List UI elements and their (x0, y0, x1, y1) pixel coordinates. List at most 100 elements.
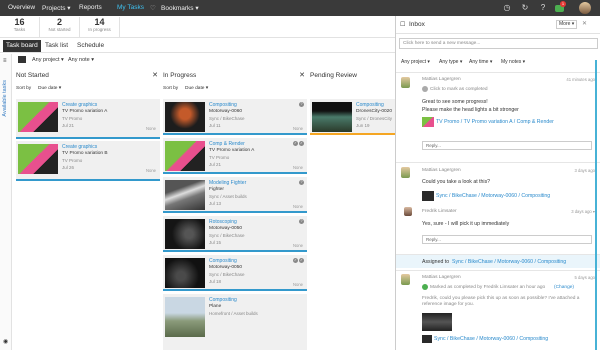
help-icon[interactable]: ? (299, 102, 304, 107)
task-priority: None (292, 165, 303, 170)
change-link[interactable]: (Change) (554, 285, 574, 290)
reply-input[interactable]: Reply... (422, 141, 592, 150)
message-time: 5 days ago (574, 275, 596, 280)
filter-type[interactable]: Any type ▾ (439, 59, 462, 65)
close-icon[interactable]: ✕ (299, 69, 305, 83)
task-entity: Motorway-0060 (209, 109, 243, 114)
thumbnail-image (18, 144, 58, 174)
task-card[interactable]: Rotoscoping Motorway-0050 Sync / BikeCha… (163, 216, 307, 252)
tab-task-board[interactable]: Task board (3, 40, 41, 52)
stat-tasks[interactable]: 16 Tasks (0, 17, 40, 37)
task-title[interactable]: Create graphics (62, 144, 97, 150)
stat-not-started[interactable]: 2 Not started (40, 17, 80, 37)
task-card[interactable]: Compositing DronesCity-0020 Sync / Drone… (310, 99, 395, 135)
thumbnail-image (165, 258, 205, 288)
task-title[interactable]: Comp & Render (209, 141, 245, 147)
task-title[interactable]: Rotoscoping (209, 219, 237, 225)
task-project: Sync / BikeChase (209, 116, 245, 121)
check-icon[interactable]: ✓ (299, 141, 304, 146)
help-icon[interactable]: ? (538, 3, 548, 13)
task-priority: None (292, 243, 303, 248)
attachment-thumbnail[interactable] (422, 117, 434, 127)
inbox-timeline (595, 60, 597, 350)
filter-toggle-icon[interactable] (18, 56, 26, 63)
task-card[interactable]: Compositing Plane Homefront / Asset buil… (163, 294, 307, 350)
stat-in-progress[interactable]: 14 In progress (80, 17, 120, 37)
assignment-notice: Assigned to Sync / BikeChase / Motorway-… (396, 254, 600, 268)
filter-notes[interactable]: My notes ▾ (501, 59, 525, 65)
sync-icon[interactable]: ↻ (520, 3, 530, 13)
task-project: TV Promo (209, 155, 230, 160)
help-icon[interactable]: ? (299, 219, 304, 224)
check-icon[interactable]: ✓ (299, 258, 304, 263)
task-entity: TV Promo variation A (209, 148, 255, 153)
check-icon[interactable]: ✓ (293, 258, 298, 263)
inbox-panel: ☐ Inbox More ▾ ✕ Click here to send a ne… (395, 16, 600, 350)
inbox-message: Mattias Lagergren 5 days ago Marked as c… (396, 270, 600, 350)
eye-icon[interactable]: ◉ (3, 338, 8, 345)
user-avatar[interactable] (579, 2, 591, 14)
message-text: Yes, sure - I will pick it up immediatel… (422, 221, 510, 227)
task-card[interactable]: Comp & Render TV Promo variation A TV Pr… (163, 138, 307, 174)
task-title[interactable]: Compositing (356, 102, 384, 108)
nav-my-tasks[interactable]: My Tasks (117, 4, 144, 11)
task-due-date: Jul 13 (209, 201, 222, 206)
more-menu[interactable]: More ▾ (556, 20, 578, 29)
task-project: Sync / BikeChase (209, 272, 245, 277)
task-project: TV Promo (62, 158, 83, 163)
notification-badge: 1 (560, 1, 566, 7)
message-link[interactable]: Sync / BikeChase / Motorway-0060 / Compo… (436, 193, 550, 199)
task-priority: None (145, 168, 156, 173)
nav-bookmarks[interactable]: Bookmarks ▾ (161, 4, 199, 12)
complete-check-icon[interactable] (422, 86, 428, 92)
tab-schedule[interactable]: Schedule (74, 40, 107, 52)
task-card[interactable]: Compositing Motorway-0050 Sync / BikeCha… (163, 255, 307, 291)
tab-task-list[interactable]: Task list (42, 40, 71, 52)
task-title[interactable]: Compositing (209, 102, 237, 108)
task-project: Sync / BikeChase (209, 233, 245, 238)
available-tasks-sidebar[interactable]: ≡ Available tasks ◉ (0, 54, 12, 350)
stat-value: 16 (14, 17, 25, 27)
task-due-date: Jul 15 (209, 240, 222, 245)
attachment-thumbnail[interactable] (422, 335, 432, 343)
task-card[interactable]: Compositing Motorway-0060 Sync / BikeCha… (163, 99, 307, 135)
filter-time[interactable]: Any time ▾ (469, 59, 492, 65)
new-message-input[interactable]: Click here to send a new message... (399, 38, 598, 49)
task-priority: None (292, 126, 303, 131)
task-title[interactable]: Compositing (209, 258, 237, 264)
help-icon[interactable]: ? (299, 180, 304, 185)
assigned-label: Assigned to (422, 259, 450, 265)
close-icon[interactable]: ✕ (582, 20, 587, 27)
column-not-started: Not Started ✕ Sort by Due date ▾ Create … (16, 69, 160, 350)
assigned-link[interactable]: Sync / BikeChase / Motorway-0060 / Compo… (452, 259, 566, 265)
stat-label: In progress (88, 27, 111, 32)
message-link[interactable]: Sync / BikeChase / Motorway-0060 / Compo… (434, 336, 548, 342)
task-card[interactable]: Modeling Fighter Fighter Sync / Asset bu… (163, 177, 307, 213)
check-icon[interactable]: ✓ (293, 141, 298, 146)
task-title[interactable]: Compositing (209, 297, 237, 303)
task-priority: None (292, 204, 303, 209)
task-title[interactable]: Create graphics (62, 102, 97, 108)
mark-complete-label[interactable]: Click to mark as completed (430, 87, 488, 92)
attachment-image[interactable] (422, 313, 452, 331)
nav-overview[interactable]: Overview (8, 4, 35, 11)
task-entity: Motorway-0050 (209, 265, 243, 270)
clock-icon[interactable]: ◷ (502, 3, 512, 13)
task-entity: TV Promo variation B (62, 151, 108, 156)
task-card[interactable]: Create graphics TV Promo variation A TV … (16, 99, 160, 139)
nav-projects[interactable]: Projects ▾ (42, 4, 71, 12)
task-card[interactable]: Create graphics TV Promo variation B TV … (16, 141, 160, 181)
attachment-thumbnail[interactable] (422, 191, 434, 201)
filter-project[interactable]: Any project ▾ (401, 59, 430, 65)
board-filters: Any project ▾ Any note ▾ (0, 54, 395, 68)
filter-note[interactable]: Any note ▾ (68, 57, 94, 63)
reply-input[interactable]: Reply... (422, 235, 592, 244)
sort-select[interactable]: Due date ▾ (38, 85, 61, 93)
task-title[interactable]: Modeling Fighter (209, 180, 246, 186)
nav-reports[interactable]: Reports (79, 4, 102, 11)
close-icon[interactable]: ✕ (152, 69, 158, 83)
message-time[interactable]: 3 days ago ▾ (571, 209, 595, 214)
message-link[interactable]: TV Promo / TV Promo variation A / Comp &… (436, 119, 554, 125)
sort-select[interactable]: Due date ▾ (185, 85, 208, 93)
filter-project[interactable]: Any project ▾ (32, 57, 64, 63)
